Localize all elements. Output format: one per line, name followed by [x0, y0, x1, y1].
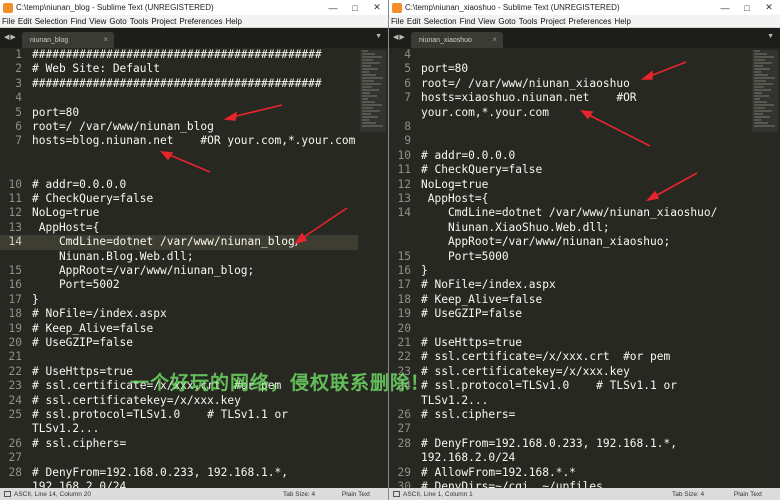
- red-arrowhead-icon: [580, 110, 594, 120]
- red-arrowhead-icon: [294, 232, 308, 245]
- red-arrow-icon: [584, 112, 651, 147]
- watermark-text: 一个好玩的网络，侵权联系删除！: [130, 372, 431, 394]
- red-arrowhead-icon: [223, 111, 238, 121]
- red-arrowhead-icon: [640, 70, 653, 80]
- red-arrow-icon: [297, 207, 348, 242]
- red-arrowhead-icon: [160, 151, 174, 161]
- red-arrow-icon: [164, 152, 211, 173]
- red-arrowhead-icon: [645, 190, 660, 202]
- annotation-arrows: [160, 61, 698, 245]
- screen: C:\temp\niunan_blog - Sublime Text (UNRE…: [0, 0, 780, 500]
